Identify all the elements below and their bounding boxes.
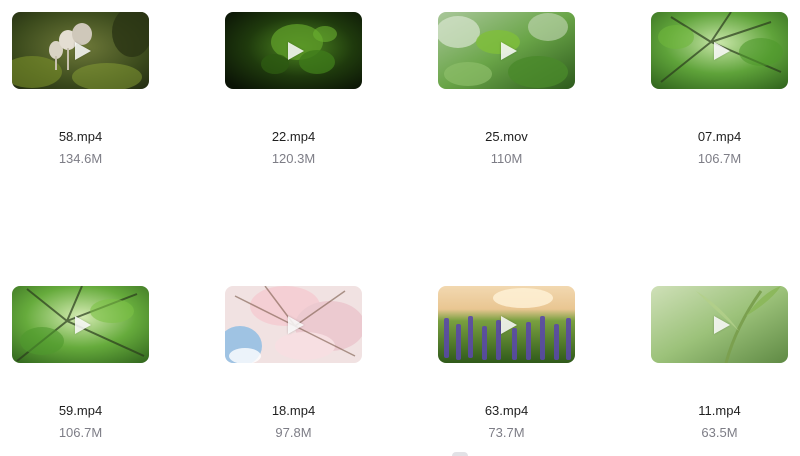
video-card-11[interactable]: 11.mp4 63.5M (651, 286, 788, 440)
play-icon (74, 315, 91, 334)
file-size: 134.6M (58, 151, 103, 166)
scroll-indicator[interactable] (452, 452, 468, 456)
file-name[interactable]: 63.mp4 (438, 403, 575, 418)
video-card-22[interactable]: 22.mp4 120.3M (225, 12, 362, 166)
file-name[interactable]: 59.mp4 (12, 403, 149, 418)
video-card-63[interactable]: 63.mp4 73.7M (438, 286, 575, 440)
file-name[interactable]: 18.mp4 (225, 403, 362, 418)
video-thumbnail[interactable] (438, 12, 575, 89)
file-size: 106.7M (697, 151, 742, 166)
video-grid: 58.mp4 134.6M 22.mp4 120.3M 25.mov 110M … (0, 0, 800, 456)
video-card-18[interactable]: 18.mp4 97.8M (225, 286, 362, 440)
file-name[interactable]: 11.mp4 (651, 403, 788, 418)
play-icon (713, 41, 730, 60)
file-size: 110M (490, 151, 523, 166)
video-thumbnail[interactable] (12, 12, 149, 89)
play-icon (500, 315, 517, 334)
file-size: 120.3M (271, 151, 316, 166)
video-card-59[interactable]: 59.mp4 106.7M (12, 286, 149, 440)
file-name[interactable]: 25.mov (438, 129, 575, 144)
video-thumbnail[interactable] (225, 286, 362, 363)
video-card-25[interactable]: 25.mov 110M (438, 12, 575, 166)
video-thumbnail[interactable] (651, 286, 788, 363)
video-gallery: 58.mp4 134.6M 22.mp4 120.3M 25.mov 110M … (0, 0, 800, 456)
file-size: 73.7M (488, 425, 525, 440)
video-thumbnail[interactable] (12, 286, 149, 363)
play-icon (287, 41, 304, 60)
video-card-07[interactable]: 07.mp4 106.7M (651, 12, 788, 166)
play-icon (500, 41, 517, 60)
file-name[interactable]: 58.mp4 (12, 129, 149, 144)
file-name[interactable]: 22.mp4 (225, 129, 362, 144)
file-size: 63.5M (701, 425, 738, 440)
play-icon (74, 41, 91, 60)
play-icon (713, 315, 730, 334)
video-thumbnail[interactable] (438, 286, 575, 363)
video-thumbnail[interactable] (225, 12, 362, 89)
play-icon (287, 315, 304, 334)
file-size: 97.8M (275, 425, 312, 440)
file-size: 106.7M (58, 425, 103, 440)
video-card-58[interactable]: 58.mp4 134.6M (12, 12, 149, 166)
file-name[interactable]: 07.mp4 (651, 129, 788, 144)
video-thumbnail[interactable] (651, 12, 788, 89)
